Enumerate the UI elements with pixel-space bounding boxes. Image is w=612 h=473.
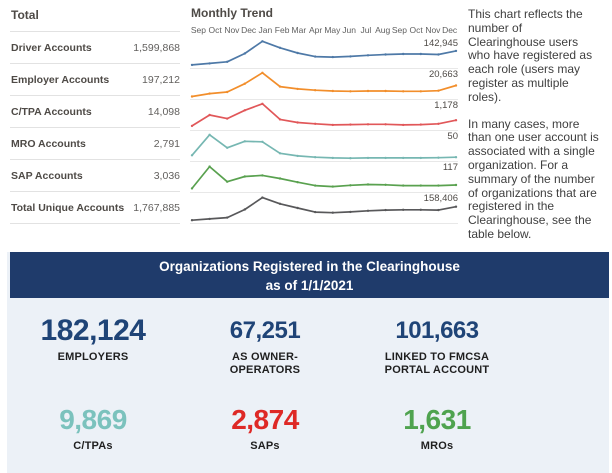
banner-subtitle: as of 1/1/2021 — [265, 278, 354, 293]
row-label: Driver Accounts — [11, 41, 92, 54]
month-tick: Aug — [375, 25, 391, 35]
totals-table-title: Total — [10, 6, 180, 32]
description-paragraph-1: This chart reflects the number of Cleari… — [468, 7, 593, 104]
month-tick: Jan — [258, 25, 273, 35]
stat-linked-to-fmcsa-portal-account: 101,663 LINKED TO FMCSA PORTAL ACCOUNT — [351, 314, 523, 377]
row-label: MRO Accounts — [11, 137, 86, 150]
stat-value: 67,251 — [229, 317, 301, 344]
table-row-employer-accounts: Employer Accounts 197,212 — [10, 64, 180, 96]
month-tick: Nov — [425, 25, 441, 35]
totals-table: Total Driver Accounts 1,599,868 Employer A… — [10, 6, 180, 224]
row-label: Total Unique Accounts — [11, 201, 125, 214]
row-label: Employer Accounts — [11, 73, 110, 86]
sparkline-svg — [190, 102, 458, 128]
row-value: 1,767,885 — [133, 201, 180, 214]
month-tick: Jun — [342, 25, 356, 35]
row-value: 197,212 — [142, 73, 180, 86]
totals-table-rows: Driver Accounts 1,599,868 Employer Account… — [10, 32, 180, 224]
sparkline-c-tpa-accounts: 1,178 — [190, 100, 458, 131]
month-tick: Sep — [190, 25, 206, 35]
month-tick: Feb — [274, 25, 290, 35]
sparkline-svg — [190, 40, 458, 67]
stat-value: 101,663 — [395, 317, 479, 344]
chart-title: Monthly Trend — [191, 6, 273, 20]
sparkline-svg — [190, 71, 458, 98]
month-tick: Dec — [442, 25, 458, 35]
stat-mros: 1,631 MROs — [351, 403, 523, 453]
row-value: 2,791 — [153, 137, 180, 150]
table-row-driver-accounts: Driver Accounts 1,599,868 — [10, 32, 180, 64]
month-tick: Jul — [360, 25, 372, 35]
sparkline-employer-accounts: 20,663 — [190, 69, 458, 100]
month-tick: Oct — [409, 25, 423, 35]
row-value: 3,036 — [153, 169, 180, 182]
stat-value: 9,869 — [59, 404, 127, 435]
table-row-c-tpa-accounts: C/TPA Accounts 14,098 — [10, 96, 180, 128]
stat-label: MROs — [420, 440, 454, 452]
month-tick: Dec — [241, 25, 257, 35]
series-end-value: 158,406 — [423, 193, 458, 204]
description-paragraph-2: In many cases, more than one user accoun… — [468, 116, 599, 241]
row-label: SAP Accounts — [11, 169, 83, 182]
stat-value: 182,124 — [40, 314, 146, 347]
sparkline-svg — [190, 133, 458, 160]
chart-description: This chart reflects the number of Cleari… — [468, 7, 600, 255]
banner-title: Organizations Registered in the Clearing… — [159, 259, 460, 274]
month-axis: Sep Oct Nov Dec Jan Feb Mar Apr May Jun Jul Aug Sep O… — [190, 25, 458, 36]
sparkline-svg — [190, 196, 458, 222]
month-tick: Sep — [391, 25, 407, 35]
stat-c-tpas: 9,869 C/TPAs — [7, 403, 179, 453]
row-value: 1,599,868 — [133, 41, 180, 54]
row-label: C/TPA Accounts — [11, 105, 92, 118]
stat-label: LINKED TO FMCSA PORTAL ACCOUNT — [384, 351, 490, 376]
series-end-value: 20,663 — [428, 69, 458, 80]
sparkline-mro-accounts: 50 — [190, 131, 458, 162]
organizations-section: Organizations Registered in the Clearing… — [7, 252, 609, 473]
stat-as-owner-operators: 67,251 AS OWNER-OPERATORS — [179, 314, 351, 377]
table-row-mro-accounts: MRO Accounts 2,791 — [10, 128, 180, 160]
stat-label: SAPs — [250, 440, 280, 452]
month-tick: Oct — [208, 25, 222, 35]
stat-employers: 182,124 EMPLOYERS — [7, 314, 179, 377]
stat-value: 2,874 — [231, 404, 299, 435]
series-end-value: 142,945 — [423, 38, 458, 49]
stat-label: C/TPAs — [73, 440, 113, 452]
month-tick: Apr — [309, 25, 323, 35]
month-tick: Nov — [224, 25, 240, 35]
table-row-total-unique-accounts: Total Unique Accounts 1,767,885 — [10, 192, 180, 224]
month-tick: Mar — [291, 25, 307, 35]
series-end-value: 117 — [442, 162, 458, 173]
accounts-overview-section: Total Driver Accounts 1,599,868 Employer A… — [0, 0, 612, 241]
sparkline-total-unique-accounts: 158,406 — [190, 193, 458, 224]
series-end-value: 1,178 — [434, 100, 458, 111]
series-end-value: 50 — [447, 131, 458, 142]
monthly-trend-chart: Monthly Trend Sep Oct Nov Dec Jan Feb Mar Apr Ma… — [190, 6, 458, 224]
table-row-sap-accounts: SAP Accounts 3,036 — [10, 160, 180, 192]
sparkline-driver-accounts: 142,945 — [190, 38, 458, 69]
org-stats-grid: 182,124 EMPLOYERS 67,251 AS OWNER-OPERATORS… — [7, 298, 609, 453]
stat-label: EMPLOYERS — [57, 351, 129, 363]
row-value: 14,098 — [147, 105, 180, 118]
month-tick: May — [324, 25, 341, 35]
organizations-banner: Organizations Registered in the Clearing… — [10, 252, 609, 298]
sparkline-bands: 142,945 20,663 1,178 50 117 158,406 — [190, 38, 458, 224]
sparkline-sap-accounts: 117 — [190, 162, 458, 193]
stat-saps: 2,874 SAPs — [179, 403, 351, 453]
stat-value: 1,631 — [403, 404, 471, 435]
sparkline-svg — [190, 165, 458, 190]
stat-label: AS OWNER-OPERATORS — [229, 351, 301, 376]
